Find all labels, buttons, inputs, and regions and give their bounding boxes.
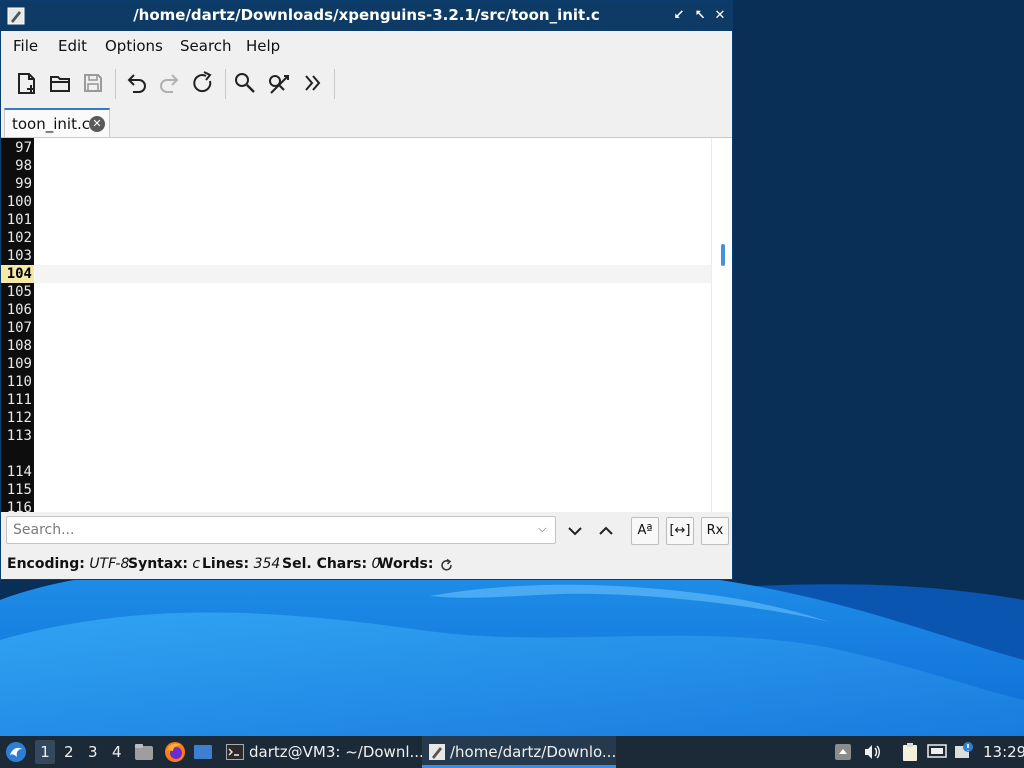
taskbar: 1 2 3 4 dartz@VM3: ~/Downl... /home/dart… [0,736,1024,768]
line-number: 107 [6,320,32,336]
menubar: File Edit Options Search Help [1,31,732,59]
words-status: Words: [378,556,434,572]
reload-icon[interactable] [187,67,219,99]
line-number: 114 [6,464,32,480]
volume-icon[interactable] [862,742,882,762]
current-line-highlight [35,265,711,283]
show-desktop-icon[interactable] [193,744,213,760]
search-icon[interactable] [229,67,261,99]
line-number: 105 [6,284,32,300]
toolbar-separator [115,69,116,99]
redo-icon[interactable] [154,67,186,99]
line-number-gutter: 97 98 99 100 101 102 103 104 105 106 107… [1,138,34,512]
vertical-scrollbar[interactable] [711,138,732,512]
lines-status: Lines: 354 [202,556,281,572]
line-number: 101 [6,212,32,228]
line-number: 100 [6,194,32,210]
find-replace-icon[interactable] [263,67,295,99]
maximize-icon[interactable]: ⭦ [691,7,709,25]
start-menu-icon[interactable] [5,741,27,763]
find-previous-icon[interactable] [593,518,619,544]
search-input[interactable] [6,516,556,544]
refresh-word-count-icon[interactable] [439,558,455,574]
line-number: 109 [6,356,32,372]
open-folder-icon[interactable] [44,67,76,99]
menu-file[interactable]: File [13,37,38,55]
line-number: 99 [15,176,32,192]
syntax-status: Syntax: c [128,556,201,572]
code-editor[interactable]: 97 98 99 100 101 102 103 104 105 106 107… [1,138,732,512]
line-number: 98 [15,158,32,174]
file-manager-icon[interactable] [134,743,154,761]
save-icon[interactable] [77,67,109,99]
line-number: 113 [6,428,32,444]
current-line-number: 104 [1,265,34,283]
line-number: 112 [6,410,32,426]
status-bar: Encoding: UTF-8 Syntax: c Lines: 354 Sel… [1,551,732,579]
line-number: 103 [6,248,32,264]
menu-search[interactable]: Search [180,37,232,55]
line-number: 111 [6,392,32,408]
line-number: 106 [6,302,32,318]
tab-toon-init[interactable]: toon_init.c ✕ [4,108,110,137]
terminal-icon [226,744,244,760]
clock[interactable]: 13:29 [983,743,1024,761]
menu-help[interactable]: Help [246,37,280,55]
task-label: /home/dartz/Downlo... [450,743,617,761]
window-title: /home/dartz/Downloads/xpenguins-3.2.1/sr… [133,6,600,24]
toolbar [1,61,732,107]
search-history-dropdown-icon[interactable]: ⌵ [538,522,546,536]
line-number: 115 [6,482,32,498]
line-number: 108 [6,338,32,354]
toolbar-separator [334,69,335,99]
match-case-button[interactable]: Aª [631,517,659,545]
text-editor-window: /home/dartz/Downloads/xpenguins-3.2.1/sr… [0,0,733,580]
workspace-4[interactable]: 4 [112,743,122,761]
tab-label: toon_init.c [12,115,90,133]
search-bar: ⌵ Aª [↔] Rx [1,513,732,549]
tab-close-icon[interactable]: ✕ [89,116,105,132]
workspace-3[interactable]: 3 [88,743,98,761]
find-next-icon[interactable] [562,518,588,544]
taskbar-task-terminal[interactable]: dartz@VM3: ~/Downl... [222,736,424,768]
tab-bar: toon_init.c ✕ [1,107,732,138]
window-titlebar[interactable]: /home/dartz/Downloads/xpenguins-3.2.1/sr… [1,1,732,31]
line-number: 116 [6,500,32,512]
menu-options[interactable]: Options [105,37,163,55]
text-editor-icon [429,744,445,760]
line-number: 110 [6,374,32,390]
regex-button[interactable]: Rx [701,517,729,545]
clipboard-icon[interactable] [901,742,919,762]
menu-edit[interactable]: Edit [58,37,87,55]
line-number: 97 [15,140,32,156]
encoding-status: Encoding: UTF-8 [7,556,130,572]
more-chevron-icon[interactable] [297,67,329,99]
line-number: 102 [6,230,32,246]
minimize-icon[interactable]: ⭩ [670,7,688,25]
scrollbar-thumb[interactable] [721,244,725,266]
tray-up-icon[interactable] [834,743,852,761]
whole-word-button[interactable]: [↔] [666,517,694,545]
network-icon[interactable] [927,743,947,761]
close-icon[interactable]: ✕ [711,7,729,25]
taskbar-task-editor[interactable]: /home/dartz/Downlo... [422,736,616,768]
firefox-icon[interactable] [164,741,186,763]
new-file-icon[interactable] [10,67,42,99]
workspace-1[interactable]: 1 [35,740,55,764]
sel-chars-status: Sel. Chars: 0 [282,556,381,572]
undo-icon[interactable] [120,67,152,99]
update-notifier-icon[interactable] [954,741,974,761]
task-label: dartz@VM3: ~/Downl... [249,743,424,761]
workspace-2[interactable]: 2 [64,743,74,761]
toolbar-separator [225,69,226,99]
